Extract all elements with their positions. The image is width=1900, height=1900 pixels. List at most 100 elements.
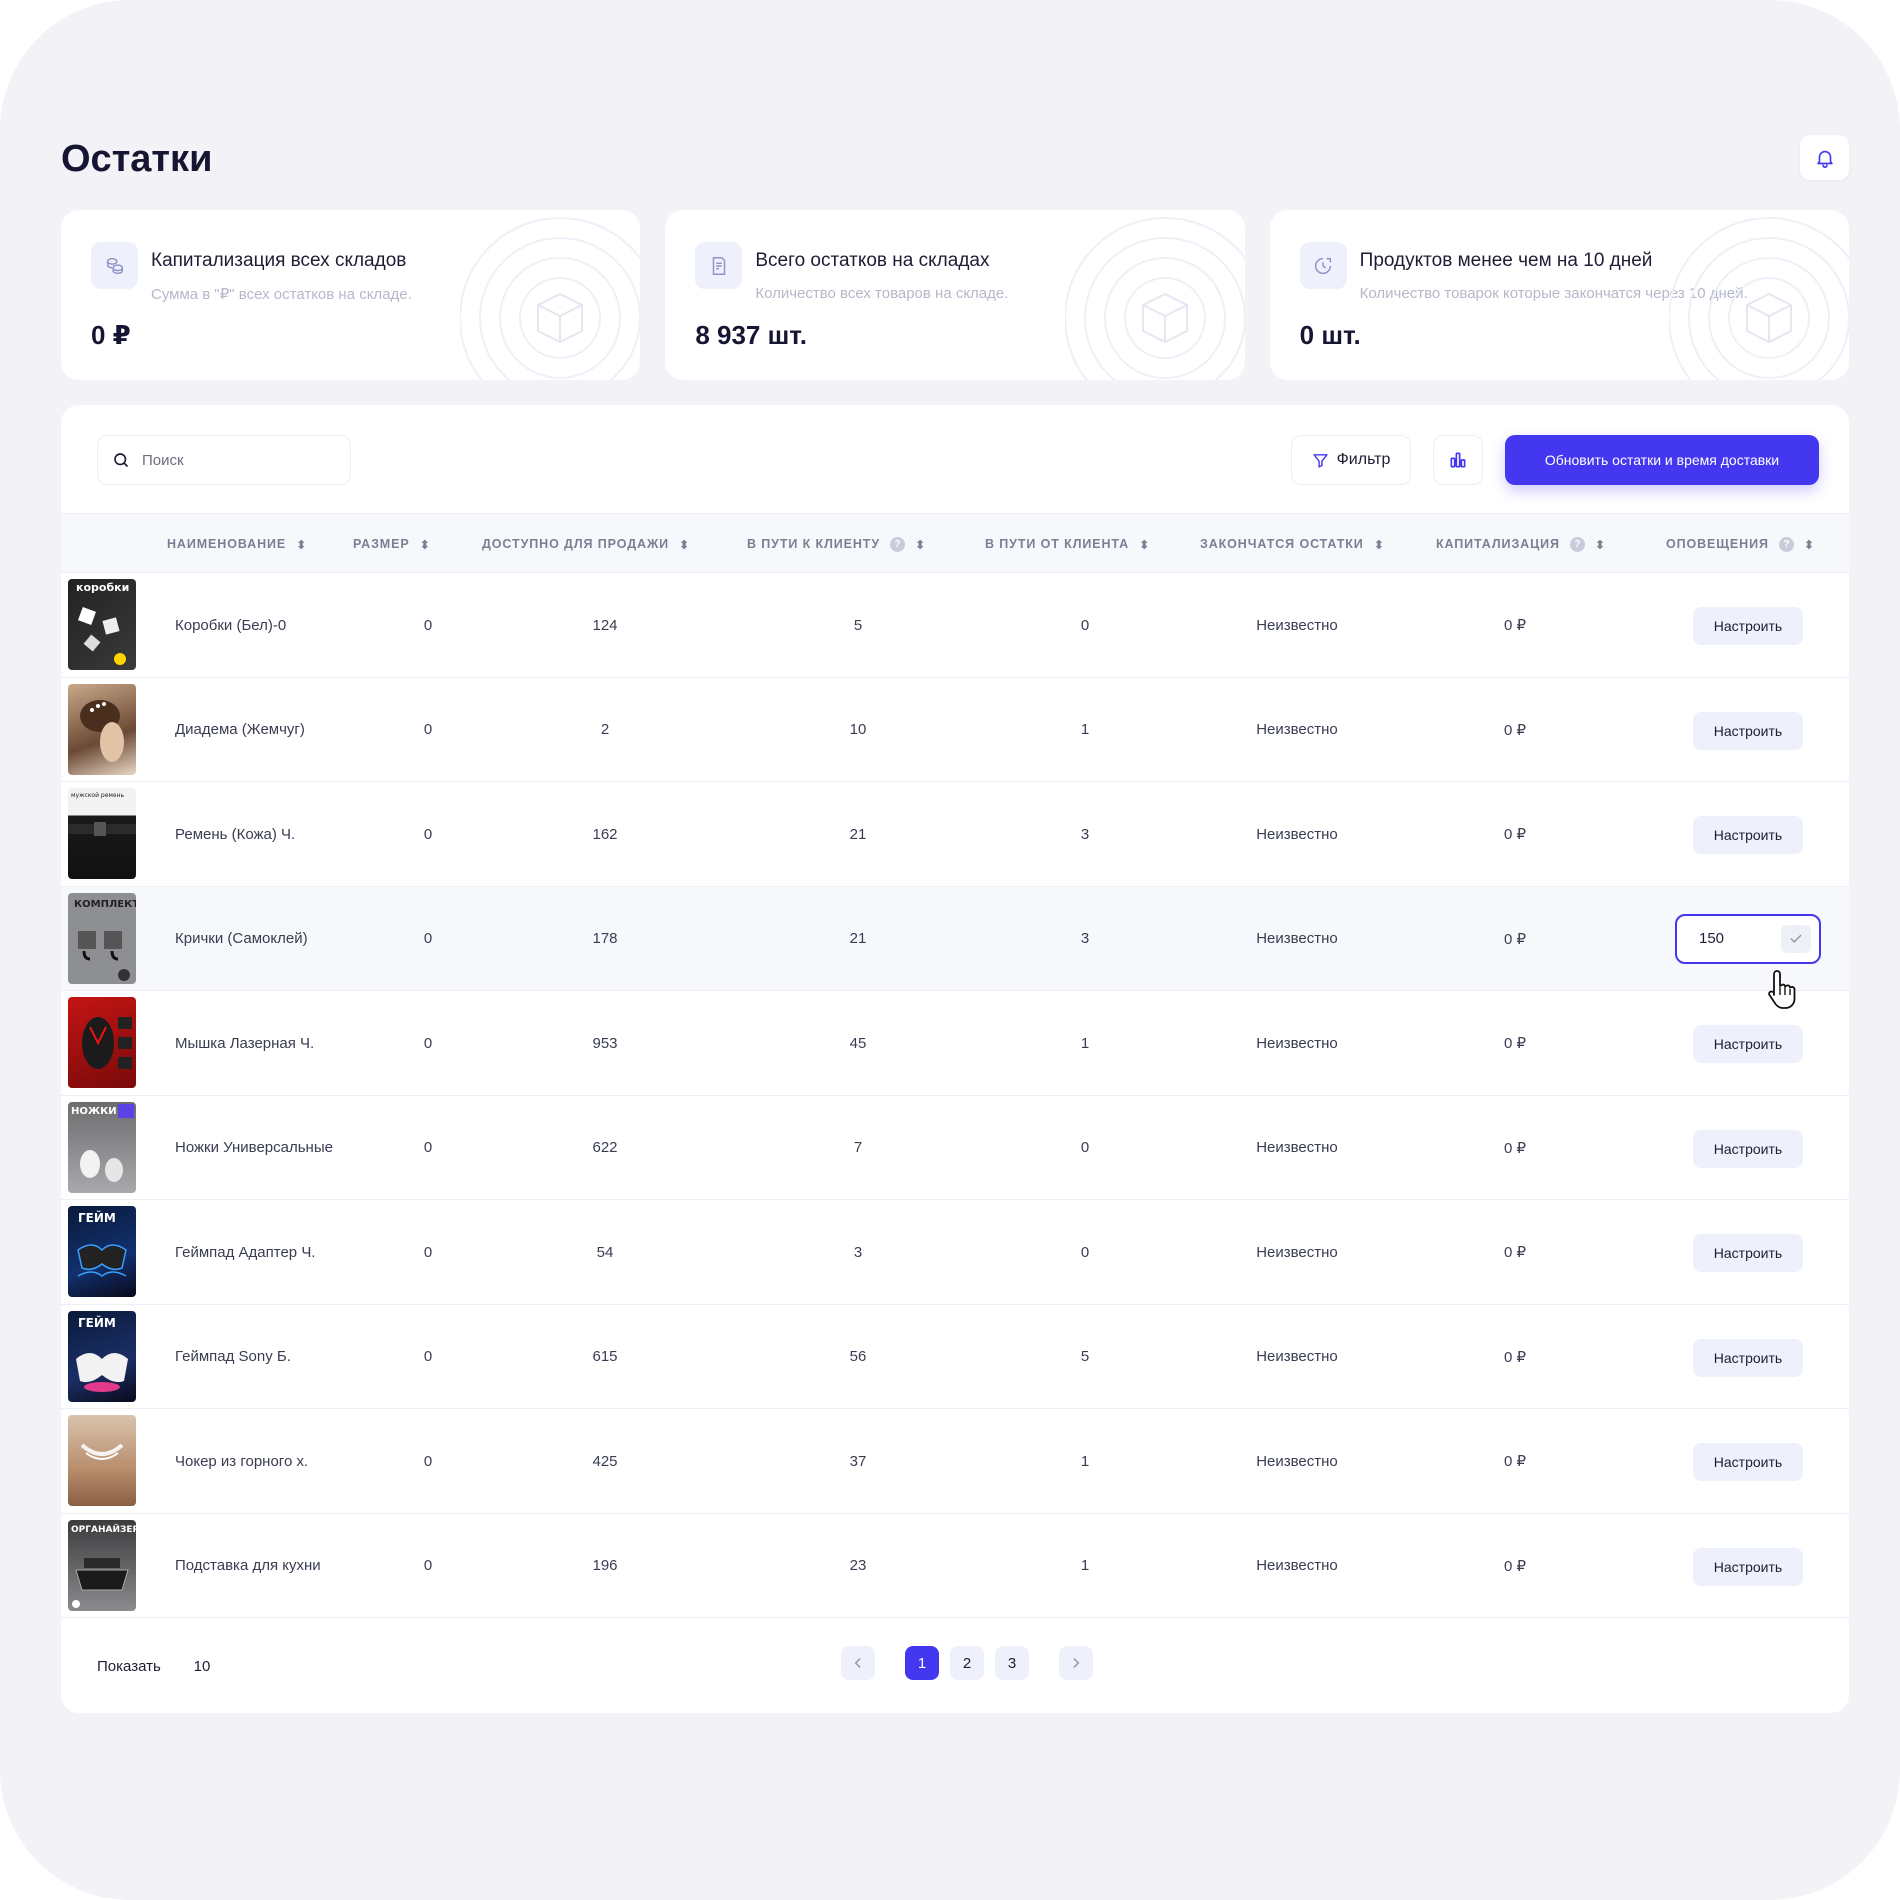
cell-size: 0 <box>423 1557 433 1574</box>
card-title: Капитализация всех складов <box>151 250 407 271</box>
cell-to-client: 56 <box>849 1348 867 1365</box>
update-stock-button[interactable]: Обновить остатки и время доставки <box>1505 435 1819 485</box>
col-from-client[interactable]: В ПУТИ ОТ КЛИЕНТА ⬍ <box>985 514 1150 574</box>
chevron-left-icon <box>854 1658 861 1668</box>
table-row[interactable]: Мышка Лазерная Ч. 0 953 45 1 Неизвестно … <box>61 991 1849 1096</box>
configure-button[interactable]: Настроить <box>1693 1025 1803 1063</box>
cell-size: 0 <box>423 1452 433 1470</box>
configure-button[interactable]: Настроить <box>1693 1338 1803 1377</box>
cell-from-client: 5 <box>1080 1348 1090 1365</box>
chart-button[interactable] <box>1433 435 1483 485</box>
configure-button[interactable]: Настроить <box>1693 816 1803 854</box>
cell-ends: Неизвестно <box>1256 1034 1338 1052</box>
col-available[interactable]: ДОСТУПНО ДЛЯ ПРОДАЖИ ⬍ <box>482 514 690 574</box>
help-icon[interactable]: ? <box>1569 536 1585 552</box>
cell-ends: Неизвестно <box>1256 721 1338 738</box>
cell-name: Мышка Лазерная Ч. <box>175 1034 315 1052</box>
svg-text:ОРГАНАЙЗЕР: ОРГАНАЙЗЕР <box>71 1523 136 1535</box>
cell-ends: Неизвестно <box>1256 1557 1338 1574</box>
page-size-select[interactable]: 10 <box>185 1649 219 1683</box>
next-page-button[interactable] <box>1059 1646 1093 1680</box>
svg-text:коробки: коробки <box>76 581 129 594</box>
page-button[interactable]: 2 <box>950 1646 984 1680</box>
table-row[interactable]: ГЕЙМ Геймпад Sony Б. 0 615 56 5 Неизвест… <box>61 1305 1849 1409</box>
help-icon[interactable]: ? <box>890 536 906 552</box>
product-thumbnail: НОЖКИ <box>68 1101 136 1193</box>
pagination: 1 2 3 <box>841 1646 1093 1680</box>
cell-available: 622 <box>592 1139 618 1156</box>
filter-icon <box>1313 453 1328 468</box>
col-size[interactable]: РАЗМЕР ⬍ <box>353 514 431 574</box>
cell-to-client: 7 <box>853 1139 863 1156</box>
page-button[interactable]: 1 <box>905 1646 939 1680</box>
cell-to-client: 5 <box>853 616 863 634</box>
cell-size: 0 <box>423 1348 433 1365</box>
card-total-stock: Всего остатков на складах Количество все… <box>665 210 1245 380</box>
table-row[interactable]: коробки Коробки (Бел)-0 0 124 5 0 Неизве… <box>61 573 1849 678</box>
page-size-label: Показать <box>97 1658 161 1675</box>
cell-from-client: 3 <box>1080 930 1090 947</box>
cell-capitalization: 0 ₽ <box>1503 1035 1527 1052</box>
cell-to-client: 21 <box>849 825 867 843</box>
cell-available: 162 <box>592 825 618 843</box>
cell-capitalization: 0 ₽ <box>1503 1244 1527 1261</box>
receipt-icon <box>695 242 743 289</box>
cell-from-client: 0 <box>1080 616 1090 634</box>
table-row[interactable]: ОРГАНАЙЗЕР Подставка для кухни 0 196 23 … <box>61 1514 1849 1618</box>
help-icon[interactable]: ? <box>1778 536 1794 552</box>
product-thumbnail <box>68 997 136 1088</box>
table-row[interactable]: Чокер из горного х. 0 425 37 1 Неизвестн… <box>61 1409 1849 1514</box>
cell-capitalization: 0 ₽ <box>1503 1139 1527 1157</box>
cell-available: 54 <box>596 1243 614 1261</box>
cell-from-client: 3 <box>1080 825 1090 843</box>
clock-box-icon <box>1299 242 1347 289</box>
table-header: НАИМЕНОВАНИЕ ⬍ РАЗМЕР ⬍ ДОСТУПНО ДЛЯ ПРОДА… <box>61 513 1849 573</box>
col-name[interactable]: НАИМЕНОВАНИЕ ⬍ <box>167 514 308 574</box>
product-thumbnail <box>68 1415 136 1506</box>
configure-button[interactable]: Настроить <box>1693 1129 1803 1168</box>
cell-capitalization: 0 ₽ <box>1503 721 1527 739</box>
cell-available: 124 <box>592 616 618 634</box>
configure-button[interactable]: Настроить <box>1693 1547 1803 1586</box>
cell-capitalization: 0 ₽ <box>1503 826 1527 843</box>
card-subtitle: Количество товарок которые закончатся че… <box>1359 285 1748 302</box>
cell-ends: Неизвестно <box>1256 1139 1338 1156</box>
app-frame: Остатки Капитализация всех складов Сумма… <box>0 0 1900 1900</box>
notifications-button[interactable] <box>1800 135 1849 180</box>
configure-button[interactable]: Настроить <box>1693 711 1803 750</box>
page-button[interactable]: 3 <box>995 1646 1029 1680</box>
col-to-client[interactable]: В ПУТИ К КЛИЕНТУ? ⬍ <box>747 514 926 574</box>
card-capitalization: Капитализация всех складов Сумма в "₽" в… <box>61 210 641 380</box>
cell-to-client: 10 <box>849 721 867 738</box>
product-thumbnail: коробки <box>68 579 136 670</box>
alert-threshold-input[interactable] <box>1699 930 1769 947</box>
cell-name: Геймпад Sony Б. <box>175 1348 291 1365</box>
table-row[interactable]: Диадема (Жемчуг) 0 2 10 1 Неизвестно 0 ₽… <box>61 678 1849 782</box>
table-row[interactable]: НОЖКИ Ножки Универсальные 0 622 7 0 Неиз… <box>61 1096 1849 1200</box>
stock-table-panel: Фильтр Обновить остатки и время доставки… <box>61 405 1849 1713</box>
sort-icon: ⬍ <box>679 537 691 552</box>
cell-name: Крички (Самоклей) <box>175 930 308 947</box>
prev-page-button[interactable] <box>841 1646 875 1680</box>
cell-ends: Неизвестно <box>1256 1348 1338 1365</box>
configure-button[interactable]: Настроить <box>1693 1234 1803 1272</box>
configure-button[interactable]: Настроить <box>1693 607 1803 645</box>
col-ends[interactable]: ЗАКОНЧАТСЯ ОСТАТКИ ⬍ <box>1200 514 1385 574</box>
table-row[interactable]: мужской ремень Ремень (Кожа) Ч. 0 162 21… <box>61 782 1849 887</box>
table-row[interactable]: КОМПЛЕКТ Крички (Самоклей) 0 178 21 3 Не… <box>61 886 1849 1009</box>
table-row[interactable]: ГЕЙМ Геймпад Адаптер Ч. 0 54 3 0 Неизвес… <box>61 1200 1849 1305</box>
confirm-button[interactable] <box>1781 924 1811 953</box>
col-alerts[interactable]: ОПОВЕЩЕНИЯ? ⬍ <box>1666 514 1815 574</box>
svg-text:КОМПЛЕКТ: КОМПЛЕКТ <box>74 899 136 910</box>
col-capitalization[interactable]: КАПИТАЛИЗАЦИЯ? ⬍ <box>1436 514 1606 574</box>
product-thumbnail: ГЕЙМ <box>68 1206 136 1297</box>
alert-threshold-editor[interactable] <box>1675 913 1821 964</box>
search-input[interactable] <box>142 451 322 469</box>
cell-name: Коробки (Бел)-0 <box>175 616 287 634</box>
configure-button[interactable]: Настроить <box>1693 1443 1803 1481</box>
product-thumbnail: ГЕЙМ <box>68 1310 136 1402</box>
search-box[interactable] <box>97 435 351 485</box>
cell-name: Ремень (Кожа) Ч. <box>175 825 296 843</box>
filter-button[interactable]: Фильтр <box>1291 435 1411 485</box>
cell-to-client: 23 <box>849 1557 867 1574</box>
